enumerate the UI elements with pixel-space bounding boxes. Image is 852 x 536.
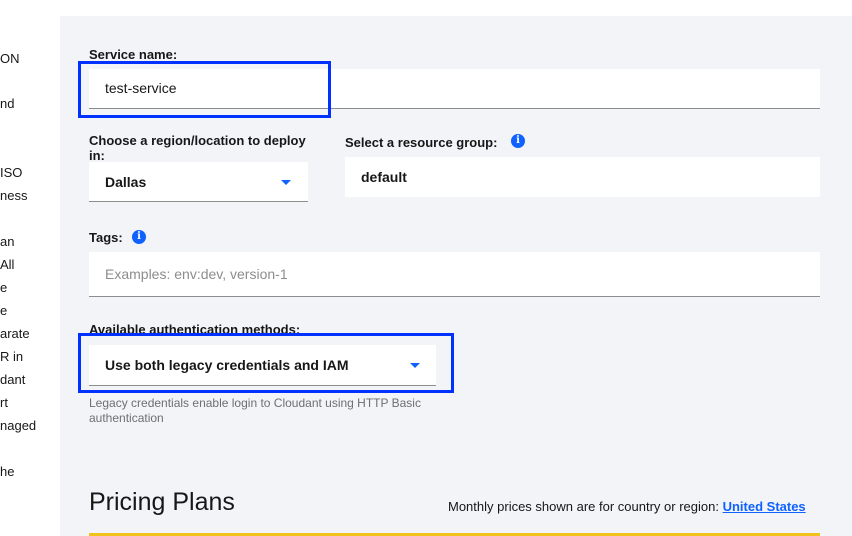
region-label: Choose a region/location to deploy in: xyxy=(89,133,306,163)
resource-group-label: Select a resource group: xyxy=(345,135,498,150)
service-name-label: Service name: xyxy=(89,47,178,62)
left-text-fragment: ness xyxy=(0,188,28,203)
left-text-fragment: nd xyxy=(0,96,15,111)
left-text-fragment: he xyxy=(0,464,15,479)
left-text-fragment: naged xyxy=(0,418,37,433)
left-text-fragment: an xyxy=(0,234,15,249)
service-name-highlight xyxy=(78,61,331,118)
left-text-fragment: R in xyxy=(0,349,24,364)
info-icon[interactable]: i xyxy=(132,230,146,244)
auth-methods-highlight xyxy=(78,333,454,393)
resource-group-field: default xyxy=(345,157,820,197)
tags-label: Tags: xyxy=(89,230,123,245)
left-text-fragment: e xyxy=(0,303,8,318)
auth-helper-text: Legacy credentials enable login to Cloud… xyxy=(89,396,421,425)
tags-placeholder: Examples: env:dev, version-1 xyxy=(105,266,288,282)
pricing-region-note: Monthly prices shown are for country or … xyxy=(448,499,806,514)
pricing-note-text: Monthly prices shown are for country or … xyxy=(448,499,719,514)
info-icon[interactable]: i xyxy=(511,134,525,148)
left-text-fragment: rt xyxy=(0,395,8,410)
region-value: Dallas xyxy=(105,174,147,190)
left-sidebar-text: ON nd ISO ness an All e e arate R in dan… xyxy=(0,0,60,536)
left-text-fragment: ISO xyxy=(0,165,23,180)
region-link[interactable]: United States xyxy=(723,499,806,514)
chevron-down-icon xyxy=(281,180,291,185)
left-text-fragment: e xyxy=(0,280,8,295)
region-select[interactable]: Dallas xyxy=(89,162,308,202)
page: ON nd ISO ness an All e e arate R in dan… xyxy=(0,0,852,536)
tags-input[interactable]: Examples: env:dev, version-1 xyxy=(89,252,820,297)
left-text-fragment: arate xyxy=(0,326,30,341)
left-text-fragment: dant xyxy=(0,372,26,387)
left-text-fragment: All xyxy=(0,257,15,272)
pricing-plans-heading: Pricing Plans xyxy=(89,488,235,516)
resource-group-value: default xyxy=(361,169,407,185)
left-text-fragment: ON xyxy=(0,51,20,66)
